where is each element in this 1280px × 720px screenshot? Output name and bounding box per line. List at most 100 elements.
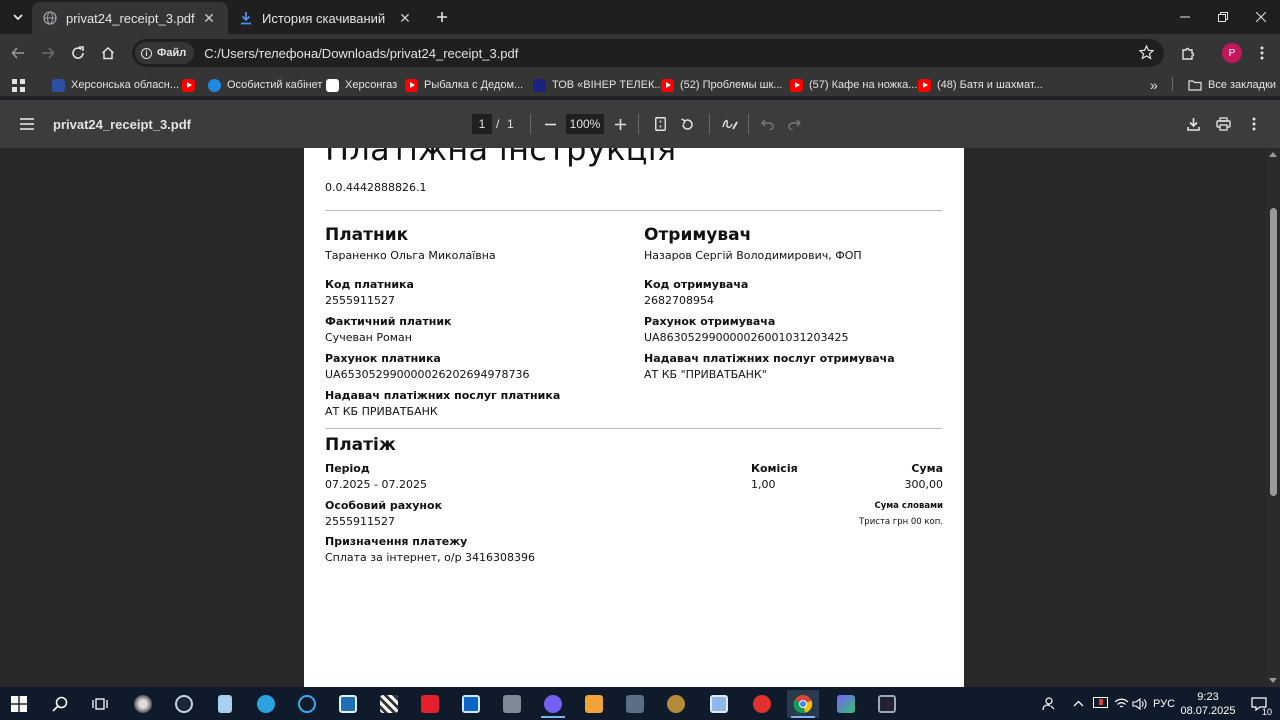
- close-icon[interactable]: ✕: [198, 7, 220, 29]
- more-vert-icon: [1260, 46, 1264, 60]
- rotate-button[interactable]: [675, 112, 699, 136]
- sum-value: 300,00: [904, 478, 944, 491]
- language-indicator[interactable]: РУС: [1152, 687, 1176, 720]
- bookmarks-overflow-button[interactable]: »: [1150, 76, 1158, 94]
- taskbar-app-box[interactable]: [496, 690, 528, 718]
- minimize-button[interactable]: [1166, 0, 1204, 34]
- bookmark-winner[interactable]: ТОВ «ВІНЕР ТЕЛЕК...: [533, 76, 664, 94]
- taskbar-app-steam[interactable]: [168, 690, 200, 718]
- print-button[interactable]: [1211, 112, 1235, 136]
- taskbar-app-gray[interactable]: [619, 690, 651, 718]
- apps-button[interactable]: [12, 76, 25, 94]
- extensions-button[interactable]: [1174, 39, 1202, 67]
- back-button[interactable]: [4, 39, 32, 67]
- taskbar-app-explorer[interactable]: [703, 690, 735, 718]
- show-hidden-icons-button[interactable]: [1068, 687, 1088, 720]
- people-button[interactable]: [1036, 687, 1060, 720]
- scroll-up-icon[interactable]: [1269, 151, 1277, 157]
- undo-button[interactable]: [755, 112, 779, 136]
- new-tab-button[interactable]: [428, 3, 456, 31]
- close-icon[interactable]: ✕: [394, 7, 416, 29]
- scrollbar-thumb[interactable]: [1270, 208, 1277, 496]
- clock[interactable]: 9:23 08.07.2025: [1180, 687, 1236, 720]
- undo-icon: [760, 119, 774, 130]
- draw-icon: [722, 119, 738, 130]
- fit-page-button[interactable]: [648, 112, 672, 136]
- bookmark-khersonska[interactable]: Херсонська обласн...: [52, 76, 179, 94]
- payer-account-label: Рахунок платника: [325, 352, 441, 365]
- tab-search-button[interactable]: [4, 3, 32, 31]
- zoom-out-button[interactable]: [538, 112, 562, 136]
- recipient-code: 2682708954: [644, 294, 714, 307]
- maximize-button[interactable]: [1204, 0, 1242, 34]
- taskbar-app-media[interactable]: [373, 690, 405, 718]
- zoom-input[interactable]: 100%: [566, 114, 604, 134]
- home-button[interactable]: [94, 39, 122, 67]
- pdf-more-button[interactable]: [1242, 112, 1266, 136]
- download-button[interactable]: [1181, 112, 1205, 136]
- tab-title: История скачиваний: [262, 10, 386, 26]
- bookmark-kafe[interactable]: (57) Кафе на ножка...: [790, 76, 917, 94]
- url-text[interactable]: C:/Users/телефона/Downloads/privat24_rec…: [204, 46, 518, 61]
- redo-button[interactable]: [782, 112, 806, 136]
- tab-privat24-receipt[interactable]: privat24_receipt_3.pdf ✕: [32, 2, 228, 34]
- payer-provider: АТ КБ ПРИВАТБАНК: [325, 405, 438, 418]
- all-bookmarks-label: Все закладки: [1208, 79, 1277, 91]
- taskbar-app-opera[interactable]: [746, 690, 778, 718]
- sidebar-menu-button[interactable]: [15, 112, 39, 136]
- recipient-heading: Отримувач: [644, 225, 752, 245]
- taskbar-app-viber[interactable]: [537, 690, 569, 718]
- bookmark-batya[interactable]: (48) Батя и шахмат...: [918, 76, 1043, 94]
- folder-icon: [1188, 80, 1202, 91]
- taskbar-app-alien[interactable]: [127, 690, 159, 718]
- browser-menu-button[interactable]: [1248, 39, 1276, 67]
- tray-app-icon[interactable]: [1090, 687, 1110, 720]
- more-vert-icon: [1252, 117, 1256, 131]
- zoom-in-button[interactable]: [608, 112, 632, 136]
- arrow-left-icon: [11, 47, 24, 59]
- taskbar-app-telegram[interactable]: [250, 690, 282, 718]
- bookmark-star-icon[interactable]: [1138, 44, 1155, 65]
- taskbar-app-notepad[interactable]: [209, 690, 241, 718]
- taskbar-app-player[interactable]: [578, 690, 610, 718]
- start-button[interactable]: [3, 690, 35, 718]
- taskbar-app-blue[interactable]: [455, 690, 487, 718]
- task-view-button[interactable]: [84, 690, 116, 718]
- bookmark-rybalka[interactable]: Рыбалка с Дедом...: [405, 76, 523, 94]
- taskbar-app-chrome[interactable]: [787, 690, 819, 718]
- reload-button[interactable]: [64, 39, 92, 67]
- pdf-viewport[interactable]: Платіжна інструкція 0.0.4442888826.1 Пла…: [0, 148, 1280, 687]
- pdf-page: Платіжна інструкція 0.0.4442888826.1 Пла…: [304, 148, 964, 687]
- taskbar-app-game[interactable]: [660, 690, 692, 718]
- bookmark-youtube[interactable]: [182, 76, 201, 94]
- network-button[interactable]: [1111, 687, 1131, 720]
- profile-avatar[interactable]: P: [1218, 39, 1246, 67]
- youtube-icon: [405, 78, 418, 92]
- bookmark-khersongaz[interactable]: Херсонгаз: [326, 76, 397, 94]
- bookmark-label: (52) Проблемы шк...: [680, 79, 783, 91]
- download-icon: [238, 10, 254, 26]
- volume-button[interactable]: [1129, 687, 1149, 720]
- forward-button[interactable]: [34, 39, 62, 67]
- taskbar-app-amd[interactable]: [414, 690, 446, 718]
- close-window-button[interactable]: [1242, 0, 1280, 34]
- bookmark-problems[interactable]: (52) Проблемы шк...: [661, 76, 782, 94]
- taskbar-app-window[interactable]: [332, 690, 364, 718]
- site-info-chip[interactable]: i Файл: [135, 42, 195, 64]
- scroll-down-icon[interactable]: [1269, 678, 1277, 684]
- period-label: Період: [325, 462, 370, 475]
- clapper-icon: [380, 695, 398, 713]
- taskbar-app-monitor[interactable]: [871, 690, 903, 718]
- tab-download-history[interactable]: История скачиваний ✕: [228, 2, 424, 34]
- bookmark-cabinet[interactable]: Особистий кабінет: [208, 76, 322, 94]
- search-button[interactable]: [44, 690, 76, 718]
- address-bar[interactable]: i Файл C:/Users/телефона/Downloads/privat…: [132, 39, 1164, 67]
- taskbar-app-ccleaner[interactable]: [291, 690, 323, 718]
- annotate-button[interactable]: [718, 112, 742, 136]
- taskbar-app-vpn[interactable]: [830, 690, 862, 718]
- divider: [709, 114, 710, 134]
- notifications-button[interactable]: 10: [1244, 687, 1274, 720]
- close-icon: [1256, 12, 1266, 22]
- all-bookmarks-button[interactable]: Все закладки: [1188, 76, 1276, 94]
- page-number-input[interactable]: 1: [472, 114, 492, 134]
